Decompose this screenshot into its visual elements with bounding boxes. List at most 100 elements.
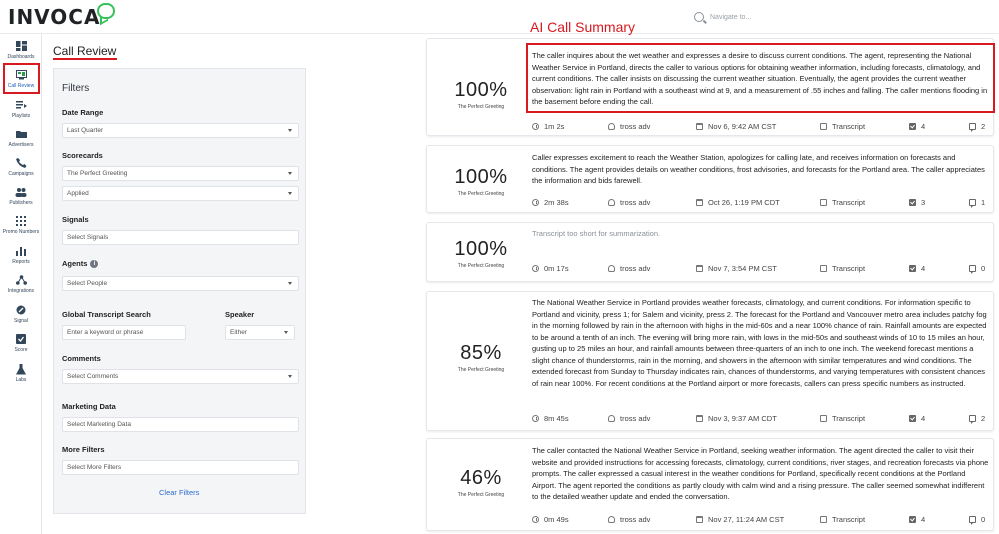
nav-item-advertisers[interactable]: Advertisers (0, 128, 42, 148)
checkbox-icon (909, 415, 916, 422)
comments-link[interactable]: 0 (969, 515, 986, 525)
filters-title: Filters (62, 83, 90, 94)
nav-label: Publishers (9, 200, 33, 206)
call-date: Nov 27, 11:24 AM CST (708, 515, 785, 524)
comment-count: 0 (981, 515, 986, 524)
bar-chart-icon (14, 245, 28, 257)
transcript-link[interactable]: Transcript (820, 122, 865, 131)
logo-bubble-icon (97, 3, 116, 19)
comment-icon (969, 199, 976, 208)
agents-label: Agents i (62, 259, 99, 268)
comments-link[interactable]: 0 (969, 264, 985, 274)
call-card[interactable]: 100% The Perfect Greeting Transcript too… (426, 222, 994, 282)
signals-placeholder: Select Signals (67, 234, 109, 241)
nav-item-integrations[interactable]: Integrations (0, 274, 42, 294)
scorecards-status-select[interactable]: Applied (62, 186, 299, 201)
navigate-search[interactable]: Navigate to... (694, 10, 894, 24)
nav-label: Reports (12, 259, 30, 265)
document-icon (820, 123, 827, 130)
call-card[interactable]: 85% The Perfect Greeting The National We… (426, 291, 994, 431)
date-range-select[interactable]: Last Quarter (62, 123, 299, 138)
comments-link[interactable]: 2 (969, 122, 985, 132)
nav-label: Playlists (11, 113, 31, 119)
nav-item-campaigns[interactable]: Campaigns (0, 157, 42, 177)
integration-icon (14, 274, 28, 286)
check-count: 4 (921, 414, 926, 423)
comment-icon (969, 516, 976, 525)
comments-label: Comments (62, 354, 101, 363)
clear-filters-link[interactable]: Clear Filters (159, 488, 199, 497)
score-block: 100% The Perfect Greeting (443, 166, 519, 197)
agent-icon (608, 516, 615, 523)
clock-icon (532, 516, 539, 523)
date-range-value: Last Quarter (67, 127, 104, 134)
checkbox-icon (909, 199, 916, 206)
comments-link[interactable]: 2 (969, 414, 986, 424)
transcript-search-input[interactable]: Enter a keyword or phrase (62, 325, 186, 340)
comments-select[interactable]: Select Comments (62, 369, 299, 384)
transcript-label: Transcript (832, 264, 866, 273)
search-placeholder: Navigate to... (710, 13, 752, 21)
more-filters-input[interactable]: Select More Filters (62, 460, 299, 475)
speaker-value: Either (230, 329, 247, 336)
score-block: 85% The Perfect Greeting (443, 342, 519, 373)
comment-count: 2 (981, 414, 986, 423)
comment-count: 1 (981, 198, 986, 207)
score-value: 100% (454, 79, 508, 101)
call-summary: Transcript too short for summarization. (532, 229, 661, 238)
call-agent: tross adv (620, 414, 651, 423)
comment-icon (969, 123, 976, 132)
transcript-link[interactable]: Transcript (820, 414, 865, 423)
transcript-link[interactable]: Transcript (820, 264, 865, 273)
search-icon (694, 12, 704, 22)
signals-input[interactable]: Select Signals (62, 230, 299, 245)
marketing-data-label: Marketing Data (62, 402, 116, 411)
invoca-logo[interactable]: INVOCA (8, 2, 116, 32)
filters-panel: Filters Date Range Last Quarter Scorecar… (53, 68, 306, 514)
nav-item-labs[interactable]: Labs (0, 363, 42, 383)
nav-item-score[interactable]: Score (0, 333, 42, 353)
phone-campaign-icon (14, 157, 28, 169)
call-date: Nov 6, 9:42 AM CST (708, 122, 777, 131)
transcript-search-placeholder: Enter a keyword or phrase (67, 329, 144, 336)
info-icon[interactable]: i (90, 260, 99, 268)
nav-item-promo-numbers[interactable]: Promo Numbers (0, 215, 42, 235)
keypad-icon (14, 215, 28, 227)
call-summary: Caller expresses excitement to reach the… (532, 153, 985, 185)
check-count: 4 (921, 122, 926, 131)
agents-select[interactable]: Select People (62, 276, 299, 291)
calendar-icon (696, 516, 703, 523)
call-meta: 0m 49s tross adv Nov 27, 11:24 AM CST Tr… (532, 515, 985, 527)
nav-item-playlists[interactable]: Playlists (0, 99, 42, 119)
transcript-search-label: Global Transcript Search (62, 310, 151, 319)
scorecards-select[interactable]: The Perfect Greeting (62, 166, 299, 181)
transcript-link[interactable]: Transcript (820, 198, 865, 207)
call-card[interactable]: 100% The Perfect Greeting Caller express… (426, 145, 994, 213)
title-underline (53, 58, 117, 60)
nav-item-signal[interactable]: Signal (0, 304, 42, 324)
agents-placeholder: Select People (67, 280, 108, 287)
comments-link[interactable]: 1 (969, 198, 986, 208)
chevron-down-icon (288, 172, 292, 175)
checkbox-icon (909, 516, 916, 523)
marketing-data-input[interactable]: Select Marketing Data (62, 417, 299, 432)
nav-highlight-box (3, 63, 40, 94)
call-duration: 1m 2s (544, 122, 565, 131)
nav-label: Campaigns (8, 171, 34, 177)
call-agent: tross adv (620, 122, 651, 131)
speaker-select[interactable]: Either (225, 325, 295, 340)
topbar-divider (0, 33, 999, 34)
nav-label: Signal (14, 318, 28, 324)
transcript-link[interactable]: Transcript (820, 515, 865, 524)
calendar-icon (696, 415, 703, 422)
nav-item-dashboards[interactable]: Dashboards (0, 40, 42, 60)
nav-label: Dashboards (7, 54, 35, 60)
playlist-icon (14, 99, 28, 111)
nav-label: Advertisers (8, 142, 34, 148)
nav-item-reports[interactable]: Reports (0, 245, 42, 265)
nav-item-publishers[interactable]: Publishers (0, 186, 42, 206)
call-summary: The caller contacted the National Weathe… (532, 446, 989, 501)
call-card[interactable]: 46% The Perfect Greeting The caller cont… (426, 438, 994, 531)
transcript-label: Transcript (832, 198, 866, 207)
call-duration: 0m 49s (544, 515, 569, 524)
